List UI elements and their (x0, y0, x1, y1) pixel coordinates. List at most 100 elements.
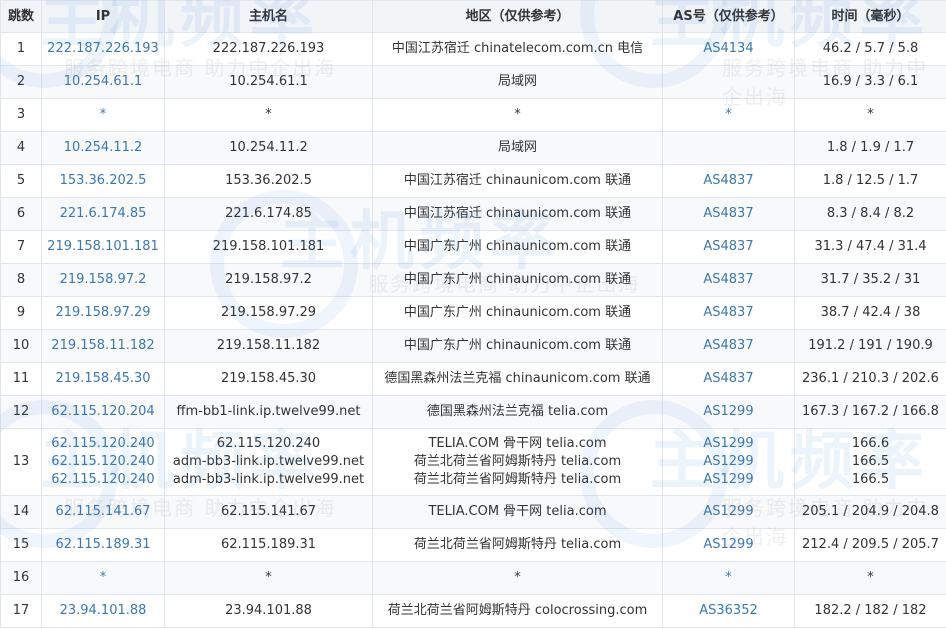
cell-as-number: AS4837 (662, 329, 795, 363)
cell-ip-line[interactable]: 62.115.120.240 (43, 435, 164, 453)
cell-hop: 4 (0, 131, 42, 165)
cell-time-line: 212.4 / 209.5 / 205.7 (802, 537, 939, 552)
cell-as-number-line[interactable]: AS4837 (664, 304, 794, 322)
cell-as-number-line[interactable]: AS4837 (664, 370, 794, 388)
cell-region-line: 德国黑森州法兰克福 telia.com (426, 404, 609, 419)
cell-ip-line[interactable]: 219.158.11.182 (43, 337, 164, 355)
cell-ip: 10.254.11.2 (41, 131, 165, 165)
table-header-row: 跳数 IP 主机名 地区（仅供参考） AS号（仅供参考） 时间（毫秒） (0, 0, 946, 33)
cell-hostname: * (164, 98, 373, 132)
cell-time: 205.1 / 204.9 / 204.8 (794, 495, 946, 529)
cell-ip: 219.158.45.30 (41, 362, 165, 396)
cell-as-number-line[interactable]: AS4837 (664, 271, 794, 289)
cell-ip: 62.115.141.67 (41, 495, 165, 529)
cell-time-line: 205.1 / 204.9 / 204.8 (802, 504, 939, 519)
cell-hostname: 219.158.101.181 (164, 230, 373, 264)
cell-region-line: 德国黑森州法兰克福 chinaunicom.com 联通 (384, 371, 651, 386)
cell-hop: 7 (0, 230, 42, 264)
cell-as-number: AS4837 (662, 296, 795, 330)
cell-ip-line: * (99, 570, 107, 585)
cell-ip-line[interactable]: 62.115.120.240 (43, 453, 164, 471)
cell-hostname-line: * (265, 570, 272, 585)
cell-hostname: 153.36.202.5 (164, 164, 373, 198)
cell-ip-line[interactable]: 62.115.120.204 (43, 403, 164, 421)
cell-time: 1.8 / 12.5 / 1.7 (794, 164, 946, 198)
cell-region-line: TELIA.COM 骨干网 telia.com (428, 436, 607, 451)
cell-as-number-line[interactable]: AS4837 (664, 238, 794, 256)
cell-ip: 221.6.174.85 (41, 197, 165, 231)
cell-as-number-line[interactable]: AS36352 (664, 602, 794, 620)
cell-ip-line[interactable]: 153.36.202.5 (43, 172, 164, 190)
header-hop: 跳数 (0, 0, 42, 33)
cell-region: * (372, 561, 663, 595)
cell-as-number: AS1299 (662, 495, 795, 529)
cell-region-line: 中国江苏宿迁 chinaunicom.com 联通 (403, 206, 632, 221)
cell-region-line: 荷兰北荷兰省阿姆斯特丹 colocrossing.com (387, 603, 648, 618)
cell-time: 31.3 / 47.4 / 31.4 (794, 230, 946, 264)
cell-as-number-line[interactable]: AS1299 (664, 435, 794, 453)
cell-ip-line[interactable]: 219.158.97.29 (43, 304, 164, 322)
cell-ip-line[interactable]: 23.94.101.88 (43, 602, 164, 620)
cell-ip-line[interactable]: 219.158.45.30 (43, 370, 164, 388)
cell-as-number-line[interactable]: AS1299 (664, 403, 794, 421)
cell-hostname-line: 62.115.189.31 (220, 537, 317, 552)
cell-ip-line[interactable]: 221.6.174.85 (43, 205, 164, 223)
cell-hostname-line: 153.36.202.5 (225, 173, 312, 188)
table-row: 7 219.158.101.181 219.158.101.181 中国广东广州 ch… (0, 230, 946, 264)
cell-as-number-line[interactable]: AS1299 (664, 453, 794, 471)
cell-time-line: 166.6 (851, 436, 890, 451)
cell-hop: 6 (0, 197, 42, 231)
cell-ip: 62.115.189.31 (41, 528, 165, 562)
cell-time: 212.4 / 209.5 / 205.7 (794, 528, 946, 562)
cell-hostname-line: 62.115.120.240 (216, 436, 321, 451)
cell-as-number-line[interactable]: AS1299 (664, 536, 794, 554)
cell-as-number-line[interactable]: AS4837 (664, 172, 794, 190)
cell-ip-line[interactable]: 222.187.226.193 (43, 40, 164, 58)
cell-region: * (372, 98, 663, 132)
cell-as-number (662, 65, 795, 99)
cell-as-number: AS4837 (662, 197, 795, 231)
cell-ip-line[interactable]: 10.254.11.2 (43, 139, 164, 157)
table-row: 10 219.158.11.182 219.158.11.182 中国广东广州 chi… (0, 329, 946, 363)
cell-time-line: * (867, 570, 874, 585)
header-hostname: 主机名 (164, 0, 373, 33)
cell-ip-line[interactable]: 10.254.61.1 (43, 73, 164, 91)
cell-as-number-line[interactable]: AS4837 (664, 205, 794, 223)
cell-hostname-line: 219.158.11.182 (216, 338, 321, 353)
cell-ip-line[interactable]: 62.115.141.67 (43, 503, 164, 521)
cell-ip: 219.158.97.2 (41, 263, 165, 297)
cell-region-line: TELIA.COM 骨干网 telia.com (428, 504, 607, 519)
cell-as-number: * (662, 98, 795, 132)
cell-hop: 1 (0, 32, 42, 66)
cell-hop: 9 (0, 296, 42, 330)
cell-time-line: 1.8 / 12.5 / 1.7 (822, 173, 919, 188)
cell-region-line: * (514, 570, 521, 585)
cell-as-number (662, 131, 795, 165)
cell-time: * (794, 561, 946, 595)
cell-ip-line[interactable]: 62.115.189.31 (43, 536, 164, 554)
cell-ip: 62.115.120.240 62.115.120.240 62.115.120.2… (41, 428, 165, 496)
cell-hostname-line: 10.254.61.1 (229, 74, 308, 89)
cell-as-number-line[interactable]: AS1299 (664, 471, 794, 489)
cell-hop: 17 (0, 594, 42, 628)
cell-region-line: 中国广东广州 chinaunicom.com 联通 (403, 272, 632, 287)
cell-as-number-line[interactable]: AS4837 (664, 337, 794, 355)
cell-ip: 62.115.120.204 (41, 395, 165, 429)
cell-hostname: 62.115.141.67 (164, 495, 373, 529)
cell-as-number-line[interactable]: AS1299 (664, 503, 794, 521)
cell-hostname: 219.158.45.30 (164, 362, 373, 396)
cell-ip-line[interactable]: 219.158.97.2 (43, 271, 164, 289)
cell-hostname: 23.94.101.88 (164, 594, 373, 628)
cell-time-line: 31.3 / 47.4 / 31.4 (814, 239, 927, 254)
cell-time: 167.3 / 167.2 / 166.8 (794, 395, 946, 429)
header-time: 时间（毫秒） (794, 0, 946, 33)
cell-as-number: AS36352 (662, 594, 795, 628)
cell-time: 16.9 / 3.3 / 6.1 (794, 65, 946, 99)
cell-ip-line[interactable]: 219.158.101.181 (43, 238, 164, 256)
cell-ip: 23.94.101.88 (41, 594, 165, 628)
cell-region-line: 局域网 (497, 74, 537, 89)
cell-as-number-line[interactable]: AS4134 (664, 40, 794, 58)
table-row: 12 62.115.120.204 ffm-bb1-link.ip.twelve99… (0, 395, 946, 429)
cell-ip-line[interactable]: 62.115.120.240 (43, 471, 164, 489)
cell-ip: 222.187.226.193 (41, 32, 165, 66)
